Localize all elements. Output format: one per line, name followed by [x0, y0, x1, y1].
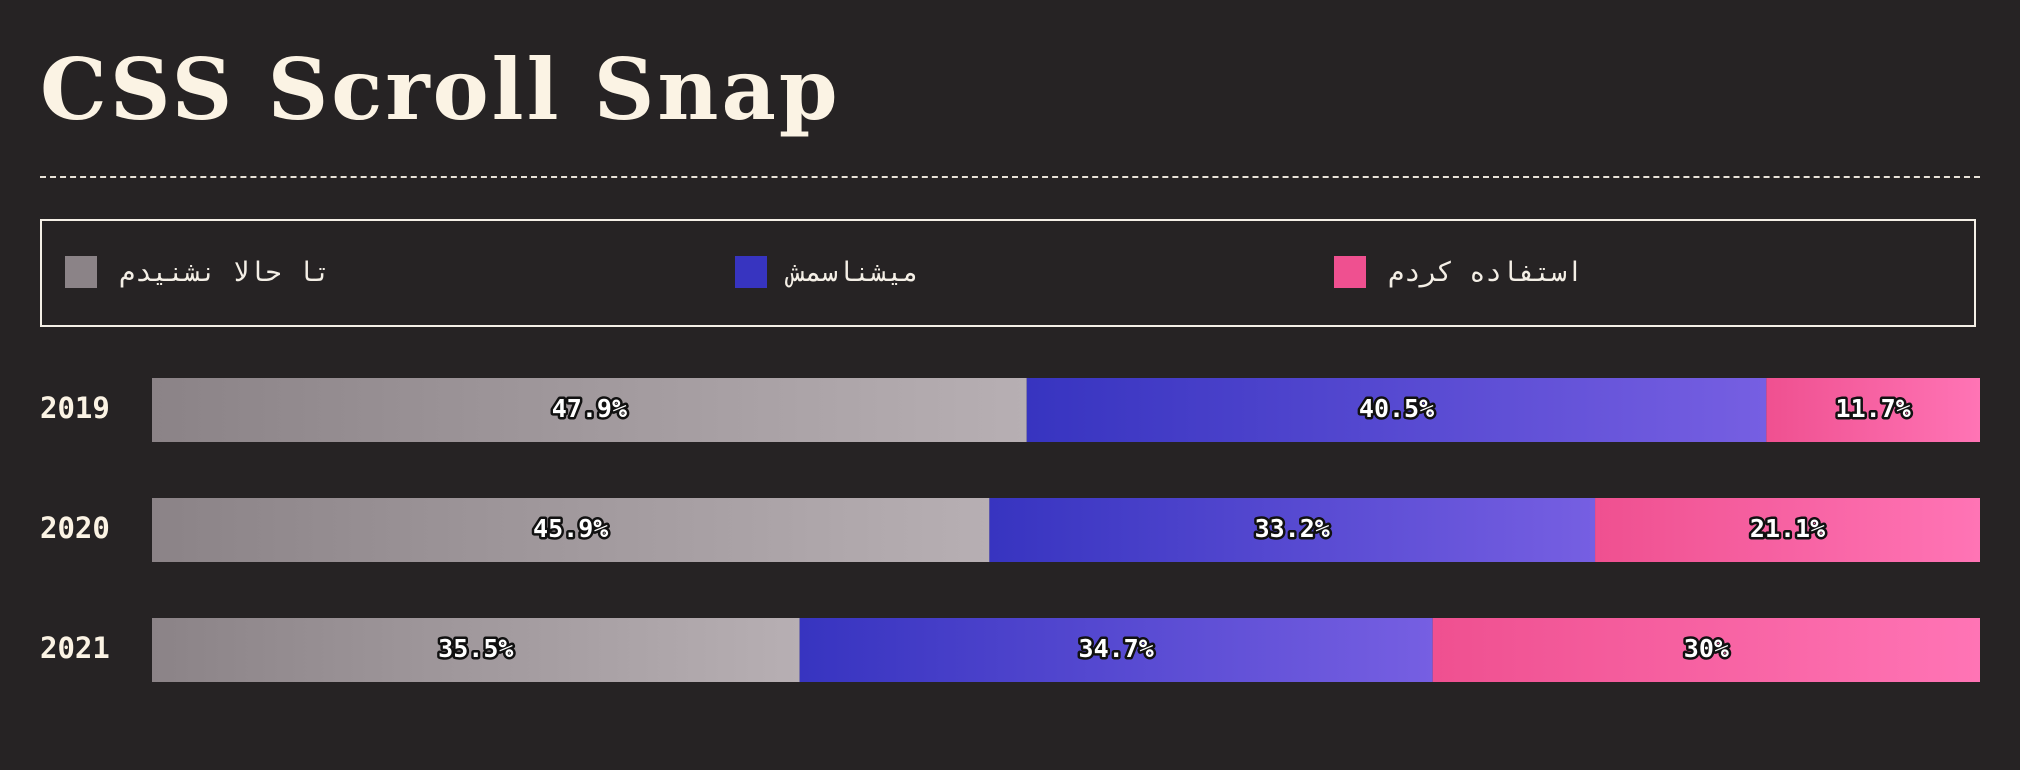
- data-label-2019-series-1: 40.5%: [1359, 394, 1434, 423]
- data-label-2020-series-1: 33.2%: [1255, 514, 1330, 543]
- data-label-2021-series-2: 30%: [1684, 634, 1729, 663]
- data-label-2021-series-1: 34.7%: [1079, 634, 1154, 663]
- data-label-2019-series-2: 11.7%: [1836, 394, 1911, 423]
- year-label-2019: 2019: [40, 391, 110, 425]
- stacked-bar-chart: 2019 47.9% 40.5% 11.7% 2020 45.9% 33.2% 21.1% 20…: [40, 378, 1980, 682]
- data-label-2020-series-2: 21.1%: [1750, 514, 1825, 543]
- year-label-2021: 2021: [40, 631, 110, 665]
- chart-page: CSS Scroll Snap تا حالا نشنیدم میشناسمش …: [0, 0, 2020, 770]
- data-label-2019-series-0: 47.9%: [552, 394, 627, 423]
- data-label-2020-series-0: 45.9%: [533, 514, 608, 543]
- year-label-2020: 2020: [40, 511, 110, 545]
- data-label-2021-series-0: 35.5%: [438, 634, 513, 663]
